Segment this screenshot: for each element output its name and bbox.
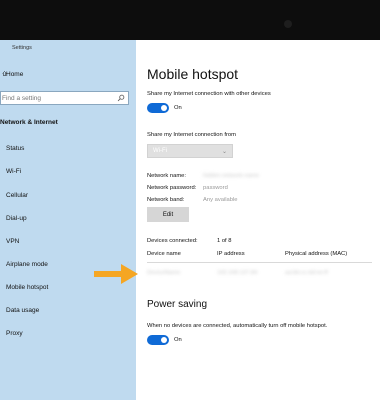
sidebar-item-status[interactable]: Status	[6, 145, 24, 152]
sidebar-item-mobile-hotspot[interactable]: Mobile hotspot	[6, 284, 48, 291]
share-connection-toggle-state: On	[174, 105, 182, 111]
network-band-value: Any available	[203, 197, 238, 203]
camera-dot	[284, 20, 292, 28]
device-top-bezel	[0, 0, 380, 40]
page-title: Mobile hotspot	[147, 66, 239, 82]
settings-sidebar: Settings Home Find a setting Network & I…	[0, 40, 136, 400]
search-input[interactable]: Find a setting	[2, 95, 41, 102]
settings-title: Settings	[12, 45, 32, 51]
sidebar-item-data-usage[interactable]: Data usage	[6, 307, 39, 314]
power-saving-toggle-state: On	[174, 337, 182, 343]
main-content: Mobile hotspot Share my Internet connect…	[136, 40, 380, 400]
table-divider	[147, 262, 372, 263]
devices-connected-value: 1 of 8	[217, 238, 232, 244]
share-from-value: Wi-Fi	[153, 148, 167, 154]
devices-connected-label: Devices connected:	[147, 238, 198, 244]
network-name-label: Network name:	[147, 173, 186, 179]
ip-address-cell: 192.168.137.84	[217, 270, 258, 276]
sidebar-item-home[interactable]: Home	[6, 71, 23, 78]
chevron-down-icon: ⌄	[221, 149, 227, 155]
power-saving-title: Power saving	[147, 299, 208, 310]
share-connection-toggle[interactable]	[147, 103, 169, 113]
find-setting-search-box[interactable]: Find a setting	[0, 91, 129, 105]
network-name-value: hidden-network-name	[203, 173, 260, 179]
toggle-knob	[161, 105, 167, 111]
network-band-label: Network band:	[147, 197, 185, 203]
sidebar-item-cellular[interactable]: Cellular	[6, 192, 28, 199]
edit-button[interactable]: Edit	[147, 207, 189, 222]
sidebar-item-wifi[interactable]: Wi-Fi	[6, 168, 21, 175]
sidebar-item-dial-up[interactable]: Dial-up	[6, 215, 27, 222]
share-from-label: Share my Internet connection from	[147, 132, 236, 138]
pointer-arrow-icon	[94, 264, 138, 284]
sidebar-item-airplane-mode[interactable]: Airplane mode	[6, 261, 48, 268]
toggle-knob	[161, 337, 167, 343]
mac-address-cell: aa:bb:cc:dd:ee:ff	[285, 270, 328, 276]
column-header-mac-address: Physical address (MAC)	[285, 251, 348, 257]
sidebar-item-proxy[interactable]: Proxy	[6, 330, 23, 337]
network-password-label: Network password:	[147, 185, 197, 191]
device-name-cell: DeviceName	[147, 270, 181, 276]
column-header-device-name: Device name	[147, 251, 181, 257]
column-header-ip-address: IP address	[217, 251, 245, 257]
share-connection-label: Share my Internet connection with other …	[147, 91, 271, 97]
power-saving-description: When no devices are connected, automatic…	[147, 323, 328, 329]
search-icon[interactable]	[117, 94, 125, 102]
network-password-value: password	[203, 185, 228, 191]
share-from-dropdown[interactable]: Wi-Fi ⌄	[147, 144, 233, 158]
power-saving-toggle[interactable]	[147, 335, 169, 345]
sidebar-item-vpn[interactable]: VPN	[6, 238, 19, 245]
sidebar-section-network: Network & Internet	[0, 119, 58, 126]
